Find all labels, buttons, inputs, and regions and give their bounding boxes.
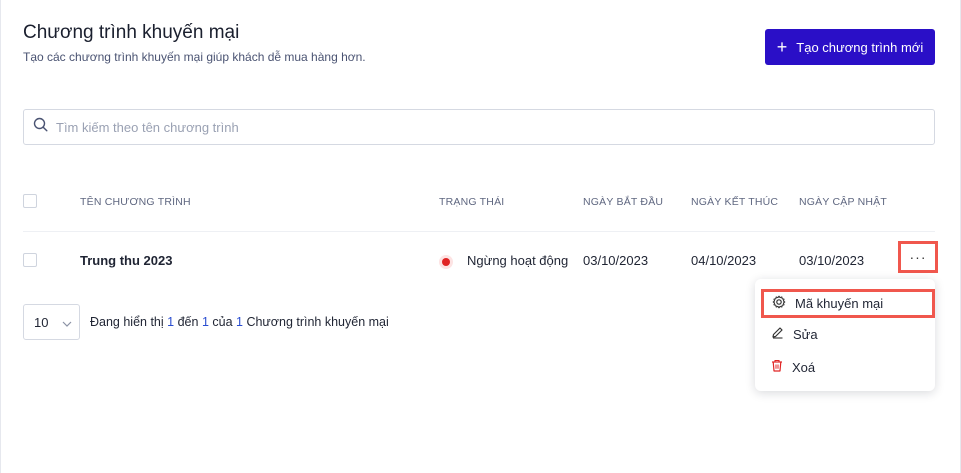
search-box[interactable] [23,109,935,145]
gear-icon [772,295,786,312]
menu-item-edit[interactable]: Sửa [755,320,935,348]
create-program-button[interactable]: + Tạo chương trình mới [765,29,935,65]
column-header-status[interactable]: TRẠNG THÁI [439,196,504,208]
page-size-select[interactable]: 10 [23,304,80,340]
trash-icon [771,359,783,375]
status-dot-icon [439,255,453,269]
menu-item-label: Sửa [793,326,818,342]
ellipsis-icon: ··· [909,249,927,265]
page-frame [0,0,961,473]
column-header-start-date[interactable]: NGÀY BẮT ĐẦU [583,196,663,208]
pencil-icon [771,326,784,342]
create-program-button-label: Tạo chương trình mới [796,39,924,55]
page-subtitle: Tạo các chương trình khuyến mại giúp khá… [23,50,366,64]
plus-icon: + [776,37,788,57]
program-name[interactable]: Trung thu 2023 [80,253,172,268]
pagination-suffix: Chương trình khuyến mại [246,315,389,329]
pagination-prefix: Đang hiển thị [90,315,164,329]
menu-item-label: Xoá [792,359,816,375]
pagination-of-word: của [212,315,233,329]
row-actions-menu: Mã khuyến mại Sửa Xoá [755,279,935,391]
menu-item-delete[interactable]: Xoá [755,353,935,381]
row-select-checkbox[interactable] [23,253,37,267]
status-text: Ngừng hoạt động [467,253,569,268]
select-all-checkbox[interactable] [23,194,37,208]
updated-date: 03/10/2023 [799,253,865,268]
chevron-down-icon [62,315,72,330]
menu-item-promo-codes[interactable]: Mã khuyến mại [761,289,935,318]
search-icon [33,117,48,137]
pagination-total: 1 [236,315,243,329]
column-header-end-date[interactable]: NGÀY KẾT THÚC [691,196,778,208]
pagination-to: 1 [201,315,209,329]
table-divider [23,231,935,232]
pagination-from: 1 [167,315,175,329]
column-header-updated-date[interactable]: NGÀY CẬP NHẬT [799,196,887,208]
end-date: 04/10/2023 [691,253,757,268]
pagination-to-word: đến [177,315,199,329]
start-date: 03/10/2023 [583,253,649,268]
more-actions-button[interactable]: ··· [898,241,938,273]
search-input[interactable] [56,119,906,135]
pagination-summary: Đang hiển thị 1 đến 1 của 1 Chương trình… [90,315,389,329]
menu-item-label: Mã khuyến mại [795,296,884,311]
page-size-value: 10 [34,314,49,330]
column-header-name[interactable]: TÊN CHƯƠNG TRÌNH [80,196,191,208]
page-title: Chương trình khuyến mại [23,22,240,43]
